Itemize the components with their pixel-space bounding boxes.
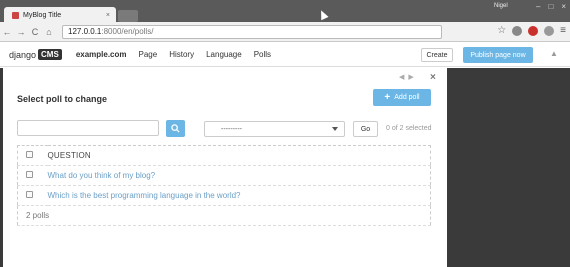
modal-next-icon[interactable]: ▶ (408, 73, 413, 81)
action-select-value: --------- (221, 125, 242, 133)
table-row: Which is the best programming language i… (17, 185, 431, 206)
add-poll-button[interactable]: + Add poll (373, 89, 431, 106)
result-count: 2 polls (17, 205, 431, 226)
table-row: What do you think of my blog? (17, 165, 431, 186)
tab-title: MyBlog Title (23, 11, 62, 19)
cms-logo[interactable]: django CMS (9, 49, 62, 60)
back-icon[interactable]: ← (0, 27, 14, 37)
chevron-down-icon (332, 127, 338, 131)
bookmark-star-icon[interactable]: ☆ (497, 25, 506, 36)
menu-site[interactable]: example.com (76, 50, 127, 59)
extension-icon[interactable] (544, 25, 555, 36)
add-poll-label: Add poll (394, 94, 420, 101)
browser-menu-icon[interactable]: ≡ (560, 25, 566, 36)
tab-close-icon[interactable]: × (106, 12, 110, 19)
reload-icon[interactable]: C (28, 27, 42, 37)
address-bar: ← → C ⌂ 127.0.0.1:8000/en/polls/ ☆ ≡ (0, 22, 570, 42)
close-window-icon[interactable]: × (561, 2, 566, 11)
browser-titlebar: MyBlog Title × Nigel – □ × (0, 0, 570, 23)
collapse-toolbar-icon[interactable]: ▲ (550, 49, 558, 58)
cms-toolbar: django CMS example.com Page History Lang… (0, 43, 570, 67)
url-field[interactable]: 127.0.0.1:8000/en/polls/ (62, 24, 442, 39)
select-all-checkbox[interactable] (26, 151, 33, 158)
menu-language[interactable]: Language (206, 50, 242, 59)
extensions: ☆ ≡ (497, 25, 566, 36)
profile-name[interactable]: Nigel (494, 3, 508, 9)
modal-prev-icon[interactable]: ◀ (399, 73, 404, 81)
page-title: Select poll to change (17, 94, 108, 104)
window-controls: – □ × (536, 2, 566, 11)
row-checkbox[interactable] (26, 171, 33, 178)
menu-history[interactable]: History (169, 50, 194, 59)
poll-link[interactable]: Which is the best programming language i… (48, 191, 241, 200)
publish-button[interactable]: Publish page now (463, 47, 533, 63)
modal-nav: ◀ ▶ (399, 73, 414, 81)
logo-badge: CMS (38, 49, 62, 60)
modal-close-icon[interactable]: × (430, 72, 436, 83)
create-button[interactable]: Create (421, 48, 453, 62)
results-table: QUESTION What do you think of my blog? W… (17, 145, 431, 226)
search-icon (171, 124, 180, 133)
mouse-cursor-icon (317, 8, 329, 21)
search-input[interactable] (17, 120, 159, 136)
cms-menu: example.com Page History Language Polls (76, 50, 271, 59)
extension-icon[interactable] (512, 25, 523, 36)
change-list-modal: ◀ ▶ × Select poll to change + Add poll -… (3, 68, 447, 267)
forward-icon[interactable]: → (14, 27, 28, 37)
column-header-question[interactable]: QUESTION (47, 145, 431, 166)
maximize-icon[interactable]: □ (548, 2, 553, 11)
menu-polls[interactable]: Polls (254, 50, 271, 59)
plus-icon: + (384, 92, 391, 103)
table-footer-row: 2 polls (17, 205, 431, 226)
action-select[interactable]: --------- (204, 121, 345, 137)
selected-count: 0 of 2 selected (386, 125, 432, 132)
favicon-icon (12, 11, 19, 19)
minimize-icon[interactable]: – (536, 2, 540, 11)
table-header-row: QUESTION (17, 145, 431, 166)
new-tab-button[interactable] (118, 10, 138, 22)
extension-icon[interactable] (528, 25, 539, 36)
url-path: :8000/en/polls/ (101, 27, 154, 36)
sideframe-overlay (447, 68, 570, 267)
row-checkbox[interactable] (26, 191, 33, 198)
search-button[interactable] (166, 120, 185, 137)
url-host: 127.0.0.1 (68, 27, 102, 36)
poll-link[interactable]: What do you think of my blog? (48, 171, 156, 180)
logo-text: django (9, 49, 37, 60)
go-button[interactable]: Go (353, 121, 378, 137)
menu-page[interactable]: Page (139, 50, 158, 59)
home-icon[interactable]: ⌂ (42, 27, 56, 37)
browser-tab[interactable]: MyBlog Title × (4, 7, 116, 23)
